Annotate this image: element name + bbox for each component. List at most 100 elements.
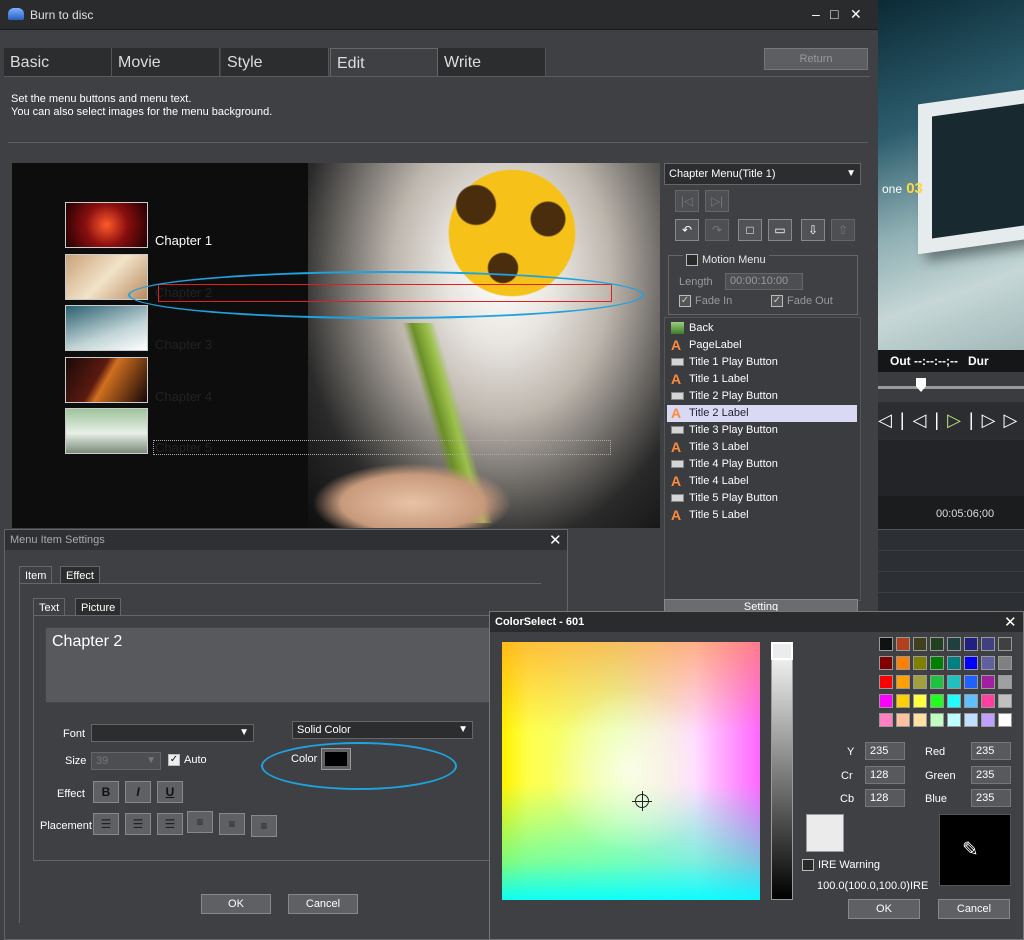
text-input[interactable]: Chapter 2 xyxy=(45,627,515,703)
align-top-icon[interactable]: ≡ xyxy=(187,811,213,833)
cb-input[interactable]: 128 xyxy=(865,789,905,807)
color-swatch[interactable] xyxy=(964,656,978,670)
color-swatch[interactable] xyxy=(896,713,910,727)
ok-button[interactable]: OK xyxy=(201,894,271,914)
color-swatch[interactable] xyxy=(947,694,961,708)
color-swatch[interactable] xyxy=(930,637,944,651)
color-swatch[interactable] xyxy=(964,694,978,708)
color-swatch[interactable] xyxy=(998,656,1012,670)
color-swatch[interactable] xyxy=(964,675,978,689)
color-swatch[interactable] xyxy=(896,694,910,708)
color-swatch[interactable] xyxy=(896,675,910,689)
color-swatch[interactable] xyxy=(879,637,893,651)
tree-item-title1-button[interactable]: Title 1 Play Button xyxy=(667,354,857,371)
color-swatch[interactable] xyxy=(896,637,910,651)
cr-input[interactable]: 128 xyxy=(865,766,905,784)
color-cancel-button[interactable]: Cancel xyxy=(938,899,1010,919)
minimize-button[interactable]: – xyxy=(812,6,820,22)
align-left-icon[interactable]: ☰ xyxy=(93,813,119,835)
color-swatch[interactable] xyxy=(879,675,893,689)
subtab-text[interactable]: Text xyxy=(33,598,66,616)
tree-item-title4-button[interactable]: Title 4 Play Button xyxy=(667,456,857,473)
tree-item-title5-button[interactable]: Title 5 Play Button xyxy=(667,490,857,507)
italic-button[interactable]: I xyxy=(125,781,151,803)
return-button[interactable]: Return xyxy=(764,48,868,70)
align-middle-icon[interactable]: ≡ xyxy=(219,813,245,835)
auto-checkbox[interactable]: ✓ Auto xyxy=(168,754,207,767)
color-swatch[interactable] xyxy=(947,637,961,651)
play-icon[interactable]: ▷ xyxy=(947,410,969,430)
tab-edit[interactable]: Edit xyxy=(330,48,438,76)
tree-item-pagelabel[interactable]: A PageLabel xyxy=(667,337,857,354)
ire-warning-checkbox[interactable]: IRE Warning xyxy=(802,859,880,872)
color-swatch[interactable] xyxy=(981,675,995,689)
color-swatch[interactable] xyxy=(947,713,961,727)
tab-effect[interactable]: Effect xyxy=(60,566,100,584)
color-swatch[interactable] xyxy=(947,656,961,670)
import-icon[interactable]: ⇩ xyxy=(801,219,825,241)
motion-menu-checkbox[interactable]: Motion Menu xyxy=(683,254,769,267)
menu-preview[interactable]: Chapter 1 Chapter 2 Chapter 3 Chapter 4 … xyxy=(12,163,660,528)
color-swatch[interactable] xyxy=(930,656,944,670)
color-swatch[interactable] xyxy=(879,694,893,708)
color-swatch[interactable] xyxy=(964,713,978,727)
color-swatch[interactable] xyxy=(998,713,1012,727)
tab-style[interactable]: Style xyxy=(221,48,329,76)
chapter-3-label[interactable]: Chapter 3 xyxy=(155,337,212,352)
monitor-icon[interactable]: ▭ xyxy=(768,219,792,241)
red-input[interactable]: 235 xyxy=(971,742,1011,760)
tree-item-title2-label[interactable]: A Title 2 Label xyxy=(667,405,857,422)
color-swatch[interactable] xyxy=(879,656,893,670)
color-swatch[interactable] xyxy=(896,656,910,670)
chapter-3-thumbnail[interactable] xyxy=(65,305,148,351)
cancel-button[interactable]: Cancel xyxy=(288,894,358,914)
chapter-5-selection[interactable] xyxy=(153,440,611,455)
tree-item-title3-button[interactable]: Title 3 Play Button xyxy=(667,422,857,439)
luminance-knob[interactable] xyxy=(771,642,793,660)
luminance-slider[interactable] xyxy=(771,642,793,900)
last-page-icon[interactable]: ▷| xyxy=(705,190,729,212)
color-swatch[interactable] xyxy=(981,694,995,708)
chapter-1-thumbnail[interactable] xyxy=(65,202,148,248)
color-swatch[interactable] xyxy=(930,694,944,708)
color-swatch[interactable] xyxy=(930,675,944,689)
color-swatch[interactable] xyxy=(913,713,927,727)
close-icon[interactable]: ✕ xyxy=(549,531,562,549)
export-icon[interactable]: ⇧ xyxy=(831,219,855,241)
length-input[interactable]: 00:00:10:00 xyxy=(725,273,803,290)
color-swatch[interactable] xyxy=(879,713,893,727)
green-input[interactable]: 235 xyxy=(971,766,1011,784)
crosshair-icon[interactable] xyxy=(632,791,652,811)
color-swatch[interactable] xyxy=(981,637,995,651)
tab-movie[interactable]: Movie xyxy=(112,48,220,76)
chapter-1-label[interactable]: Chapter 1 xyxy=(155,233,212,248)
bold-button[interactable]: B xyxy=(93,781,119,803)
step-forward-icon[interactable]: |▷ xyxy=(969,410,1004,430)
color-swatch[interactable] xyxy=(964,637,978,651)
color-swatch[interactable] xyxy=(981,656,995,670)
tree-item-title2-button[interactable]: Title 2 Play Button xyxy=(667,388,857,405)
tree-item-title5-label[interactable]: A Title 5 Label xyxy=(667,507,857,524)
chapter-4-thumbnail[interactable] xyxy=(65,357,148,403)
blue-input[interactable]: 235 xyxy=(971,789,1011,807)
prev-frame-icon[interactable]: ◁| xyxy=(878,410,913,430)
color-swatch[interactable] xyxy=(913,637,927,651)
slider-knob[interactable] xyxy=(916,378,926,392)
color-swatch[interactable] xyxy=(998,637,1012,651)
color-swatch[interactable] xyxy=(947,675,961,689)
tab-write[interactable]: Write xyxy=(438,48,546,76)
color-swatch[interactable] xyxy=(981,713,995,727)
fade-out-checkbox[interactable]: ✓ Fade Out xyxy=(771,295,833,308)
timeline-ruler[interactable]: 00:05:06;00 xyxy=(878,496,1024,530)
chapter-4-label[interactable]: Chapter 4 xyxy=(155,389,212,404)
close-button[interactable]: ✕ xyxy=(850,6,862,23)
redo-icon[interactable]: ↷ xyxy=(705,219,729,241)
color-ok-button[interactable]: OK xyxy=(848,899,920,919)
eyedropper-button[interactable]: ✎ xyxy=(939,814,1011,886)
font-dropdown[interactable]: ▼ xyxy=(91,724,254,742)
subtab-picture[interactable]: Picture xyxy=(75,598,122,616)
tab-basic[interactable]: Basic xyxy=(4,48,112,76)
y-input[interactable]: 235 xyxy=(865,742,905,760)
safe-area-icon[interactable]: □ xyxy=(738,219,762,241)
color-swatch[interactable] xyxy=(930,713,944,727)
